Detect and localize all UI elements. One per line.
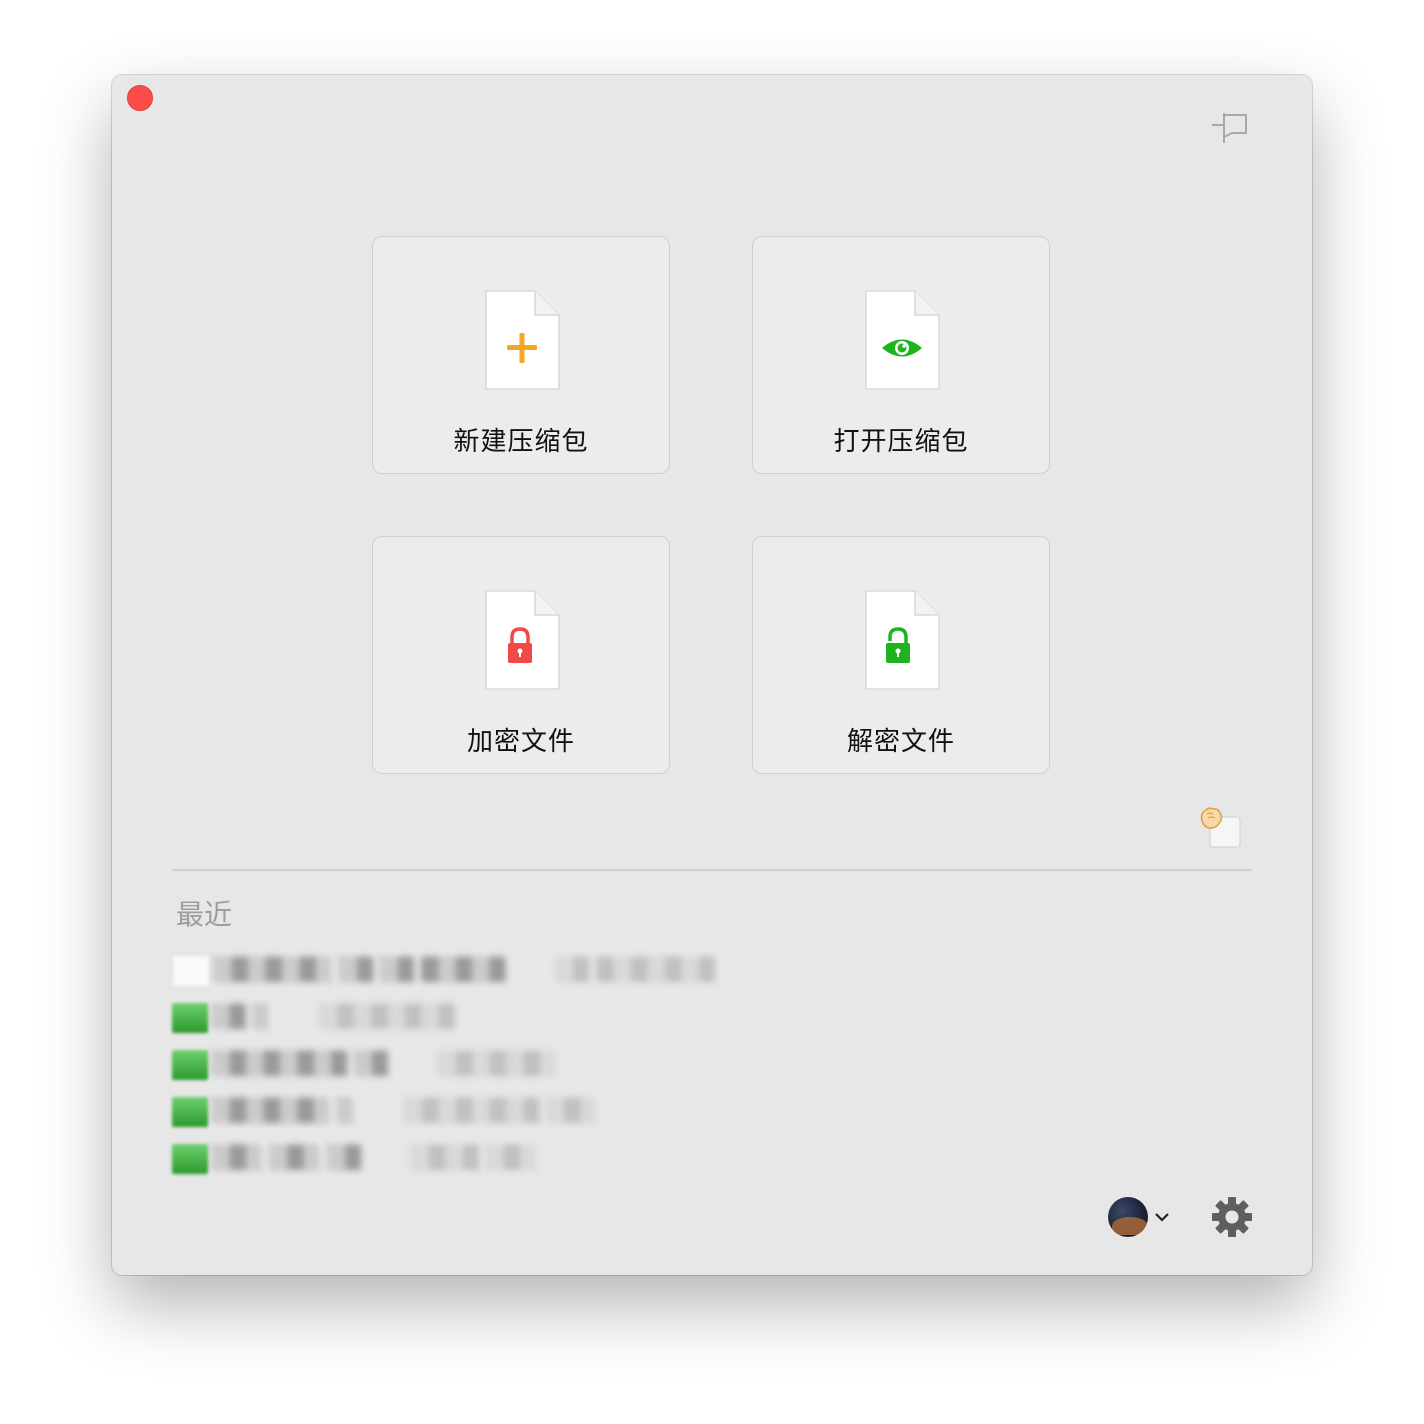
recent-item-name: ░▒░ ░▒░ ░▒ bbox=[212, 1146, 362, 1171]
decrypt-file-label: 解密文件 bbox=[846, 727, 955, 757]
new-archive-icon bbox=[483, 289, 563, 393]
recent-item-path: ░▒░▒░▒░▒ ░▒░ bbox=[404, 1099, 598, 1124]
recent-section-title: 最近 bbox=[176, 898, 233, 931]
recent-item-path: ░▒ ▒░▒░▒░▒ bbox=[555, 958, 715, 983]
archive-file-icon bbox=[172, 1096, 208, 1127]
open-archive-button[interactable]: 打开压缩包 bbox=[752, 236, 1050, 474]
archive-file-icon bbox=[172, 1049, 208, 1080]
archive-file-icon bbox=[172, 1143, 208, 1174]
recent-item-path: ░▒░▒░▒░▒ bbox=[319, 1005, 456, 1030]
drag-file-icon[interactable] bbox=[1198, 805, 1244, 851]
recent-item[interactable]: ░▒░ ░▒░ ░▒ ░▒░▒ ░▒░ bbox=[172, 1135, 892, 1182]
pin-icon[interactable] bbox=[1210, 109, 1250, 145]
open-archive-icon bbox=[863, 289, 943, 393]
recent-item[interactable]: ░▒░▒░▒░ ░▒ ░▒ ▒░▒░▒ ░▒ ▒░▒░▒░▒ bbox=[172, 947, 892, 994]
recent-item-name: ░▒ ░ bbox=[212, 1005, 270, 1030]
recent-item-name: ░▒░▒░▒░ ░▒ ░▒ ▒░▒░▒ bbox=[214, 958, 506, 983]
recent-item-name: ░▒░▒░▒░▒ ░▒ bbox=[212, 1052, 389, 1077]
recent-item[interactable]: ░▒░▒░▒░▒ ░▒ ░▒░▒░▒░ bbox=[172, 1041, 892, 1088]
new-archive-button[interactable]: 新建压缩包 bbox=[372, 236, 670, 474]
close-window-button[interactable] bbox=[127, 85, 153, 111]
archive-file-icon bbox=[172, 1002, 208, 1033]
recent-item[interactable]: ░▒░▒░▒░ ░ ░▒░▒░▒░▒ ░▒░ bbox=[172, 1088, 892, 1135]
recent-list: ░▒░▒░▒░ ░▒ ░▒ ▒░▒░▒ ░▒ ▒░▒░▒░▒ ░▒ ░ ░▒░▒… bbox=[172, 947, 892, 1182]
divider bbox=[172, 869, 1252, 871]
gear-icon[interactable] bbox=[1210, 1195, 1254, 1239]
file-icon bbox=[172, 954, 210, 987]
open-archive-label: 打开压缩包 bbox=[833, 427, 969, 457]
encrypt-file-button[interactable]: 加密文件 bbox=[372, 536, 670, 774]
recent-item-path: ░▒░▒ ░▒░ bbox=[411, 1146, 537, 1171]
recent-item-name: ░▒░▒░▒░ ░ bbox=[212, 1099, 355, 1124]
chevron-down-icon bbox=[1155, 1213, 1169, 1222]
encrypt-file-icon bbox=[483, 589, 563, 693]
app-window: 新建压缩包 打开压缩包 加密文件 解密文件 最近 ░▒░▒░▒░ ░▒ ░▒ ▒… bbox=[112, 75, 1312, 1275]
encrypt-file-label: 加密文件 bbox=[466, 727, 575, 757]
recent-item-path: ░▒░▒░▒░ bbox=[438, 1052, 557, 1077]
recent-item[interactable]: ░▒ ░ ░▒░▒░▒░▒ bbox=[172, 994, 892, 1041]
new-archive-label: 新建压缩包 bbox=[453, 427, 589, 457]
decrypt-file-button[interactable]: 解密文件 bbox=[752, 536, 1050, 774]
decrypt-file-icon bbox=[863, 589, 943, 693]
theme-switcher[interactable] bbox=[1108, 1195, 1176, 1239]
theme-wallpaper-avatar bbox=[1108, 1197, 1148, 1237]
